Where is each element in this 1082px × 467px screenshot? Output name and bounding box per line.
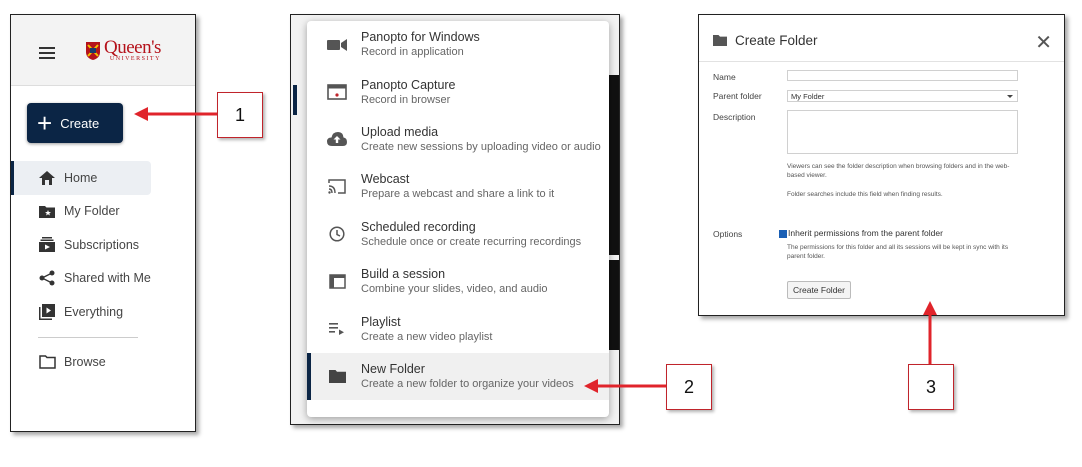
arrow-1 — [134, 107, 217, 121]
arrow-3 — [923, 301, 937, 364]
annotation-arrows — [134, 107, 937, 393]
arrow-2 — [584, 379, 666, 393]
